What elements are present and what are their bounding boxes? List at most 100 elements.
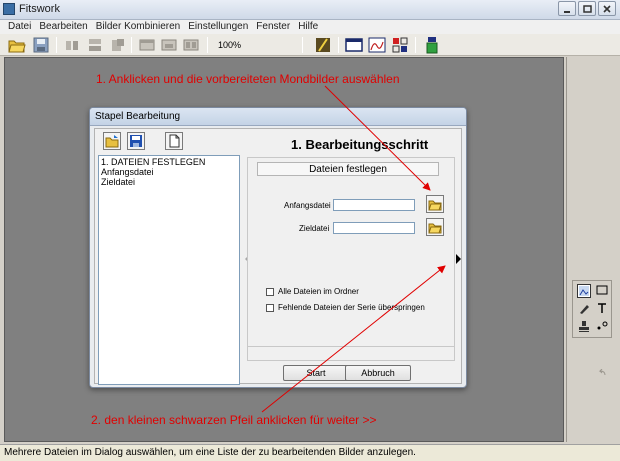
start-file-label: Anfangsdatei <box>284 201 331 210</box>
target-file-field[interactable] <box>333 222 415 234</box>
skip-missing-checkbox[interactable]: Fehlende Dateien der Serie überspringen <box>266 303 425 312</box>
next-step-button[interactable] <box>454 157 463 361</box>
browse-target-button[interactable] <box>426 218 444 236</box>
text-icon <box>598 303 606 313</box>
toolbar-separator <box>56 37 57 53</box>
window-b-button[interactable] <box>160 36 178 54</box>
save-button[interactable] <box>32 36 50 54</box>
image-tool[interactable] <box>577 284 591 298</box>
undo-icon[interactable] <box>597 368 607 380</box>
minimize-icon <box>564 10 570 13</box>
open-folder-icon <box>428 223 442 234</box>
checkbox-label: Fehlende Dateien der Serie überspringen <box>278 303 425 312</box>
toolbar-separator <box>302 37 303 53</box>
open-list-button[interactable] <box>103 132 121 150</box>
mirror-icon <box>66 41 78 50</box>
window-icon <box>139 39 155 51</box>
pen-icon <box>580 305 589 314</box>
rotate-button[interactable] <box>109 36 127 54</box>
image-window-icon <box>345 38 363 52</box>
checkbox-box[interactable] <box>266 303 274 312</box>
new-document-icon <box>169 134 180 148</box>
menu-einstellungen[interactable]: Einstellungen <box>184 20 252 34</box>
histogram-icon <box>368 37 386 53</box>
panel-divider <box>248 346 454 347</box>
window-titlebar: Fitswork <box>0 0 620 20</box>
step-title: 1. Bearbeitungsschritt <box>291 137 429 152</box>
undo-arrow-icon <box>598 368 606 376</box>
save-icon <box>33 37 49 53</box>
mirror-button[interactable] <box>63 36 81 54</box>
maximize-icon <box>582 4 592 13</box>
select-tool-button[interactable] <box>391 36 409 54</box>
menu-fenster[interactable]: Fenster <box>252 20 294 34</box>
toolbar: 100% <box>0 34 620 56</box>
annotation-top: 1. Anklicken und die vorbereiteten Mondb… <box>96 72 400 86</box>
open-button[interactable] <box>8 36 26 54</box>
right-panel <box>566 57 620 442</box>
image-icon <box>579 286 589 296</box>
info-icon <box>426 37 438 54</box>
window-icon <box>183 39 199 51</box>
menu-datei[interactable]: Datei <box>4 20 35 34</box>
minimize-button[interactable] <box>558 1 576 16</box>
rotate-icon <box>112 39 124 51</box>
browse-start-button[interactable] <box>426 195 444 213</box>
dialog-body: 1. Bearbeitungsschritt 1. DATEIEN FESTLE… <box>94 128 463 385</box>
close-icon <box>603 4 611 13</box>
zoom-level: 100% <box>218 40 242 50</box>
start-file-field[interactable] <box>333 199 415 211</box>
new-list-button[interactable] <box>165 132 183 150</box>
save-icon <box>130 135 142 147</box>
open-folder-icon <box>105 135 119 148</box>
toolbar-separator <box>338 37 339 53</box>
batch-dialog: Stapel Bearbeitung 1. Bearbeitungsschrit… <box>89 107 467 388</box>
all-files-checkbox[interactable]: Alle Dateien im Ordner <box>266 287 359 296</box>
toolbox <box>572 280 612 338</box>
menu-hilfe[interactable]: Hilfe <box>294 20 322 34</box>
step-panel: Dateien festlegen Anfangsdatei Zieldatei… <box>247 157 455 361</box>
menu-bearbeiten[interactable]: Bearbeiten <box>35 20 91 34</box>
maximize-button[interactable] <box>578 1 596 16</box>
window-c-button[interactable] <box>182 36 200 54</box>
list-item[interactable]: 1. DATEIEN FESTLEGEN <box>101 157 237 167</box>
stamp-tool[interactable] <box>577 320 591 334</box>
histogram-button[interactable] <box>368 36 386 54</box>
window-a-button[interactable] <box>138 36 156 54</box>
start-button[interactable]: Start <box>283 365 349 381</box>
pen-tool[interactable] <box>577 302 591 316</box>
status-text: Mehrere Dateien im Dialog auswählen, um … <box>4 447 416 458</box>
step-list[interactable]: 1. DATEIEN FESTLEGEN Anfangsdatei Zielda… <box>98 155 240 385</box>
point-tool[interactable] <box>595 320 609 334</box>
panel-header: Dateien festlegen <box>257 162 439 176</box>
menu-bilder-kombinieren[interactable]: Bilder Kombinieren <box>92 20 185 34</box>
flip-icon <box>89 39 101 51</box>
close-button[interactable] <box>598 1 616 16</box>
list-item[interactable]: Anfangsdatei <box>101 167 237 177</box>
cancel-button[interactable]: Abbruch <box>345 365 411 381</box>
status-bar: Mehrere Dateien im Dialog auswählen, um … <box>0 444 620 461</box>
toolbar-separator <box>415 37 416 53</box>
levels-icon <box>316 38 330 52</box>
rectangle-tool[interactable] <box>595 284 609 298</box>
checkbox-label: Alle Dateien im Ordner <box>278 287 359 296</box>
open-folder-icon <box>428 200 442 211</box>
list-item[interactable]: Zieldatei <box>101 177 237 187</box>
save-list-button[interactable] <box>127 132 145 150</box>
stamp-icon <box>579 321 589 332</box>
checkbox-box[interactable] <box>266 287 274 296</box>
chevron-right-icon <box>456 254 461 264</box>
open-folder-icon <box>8 40 26 53</box>
toolbar-separator <box>131 37 132 53</box>
window-title: Fitswork <box>19 3 60 15</box>
dialog-titlebar: Stapel Bearbeitung <box>90 108 466 126</box>
rectangle-icon <box>596 285 608 295</box>
adjust-button[interactable] <box>314 36 332 54</box>
text-tool[interactable] <box>595 302 609 316</box>
info-button[interactable] <box>423 36 441 54</box>
target-file-label: Zieldatei <box>299 224 330 233</box>
toolbar-separator <box>207 37 208 53</box>
image-view-button[interactable] <box>345 36 363 54</box>
window-controls <box>558 1 616 16</box>
flip-button[interactable] <box>86 36 104 54</box>
